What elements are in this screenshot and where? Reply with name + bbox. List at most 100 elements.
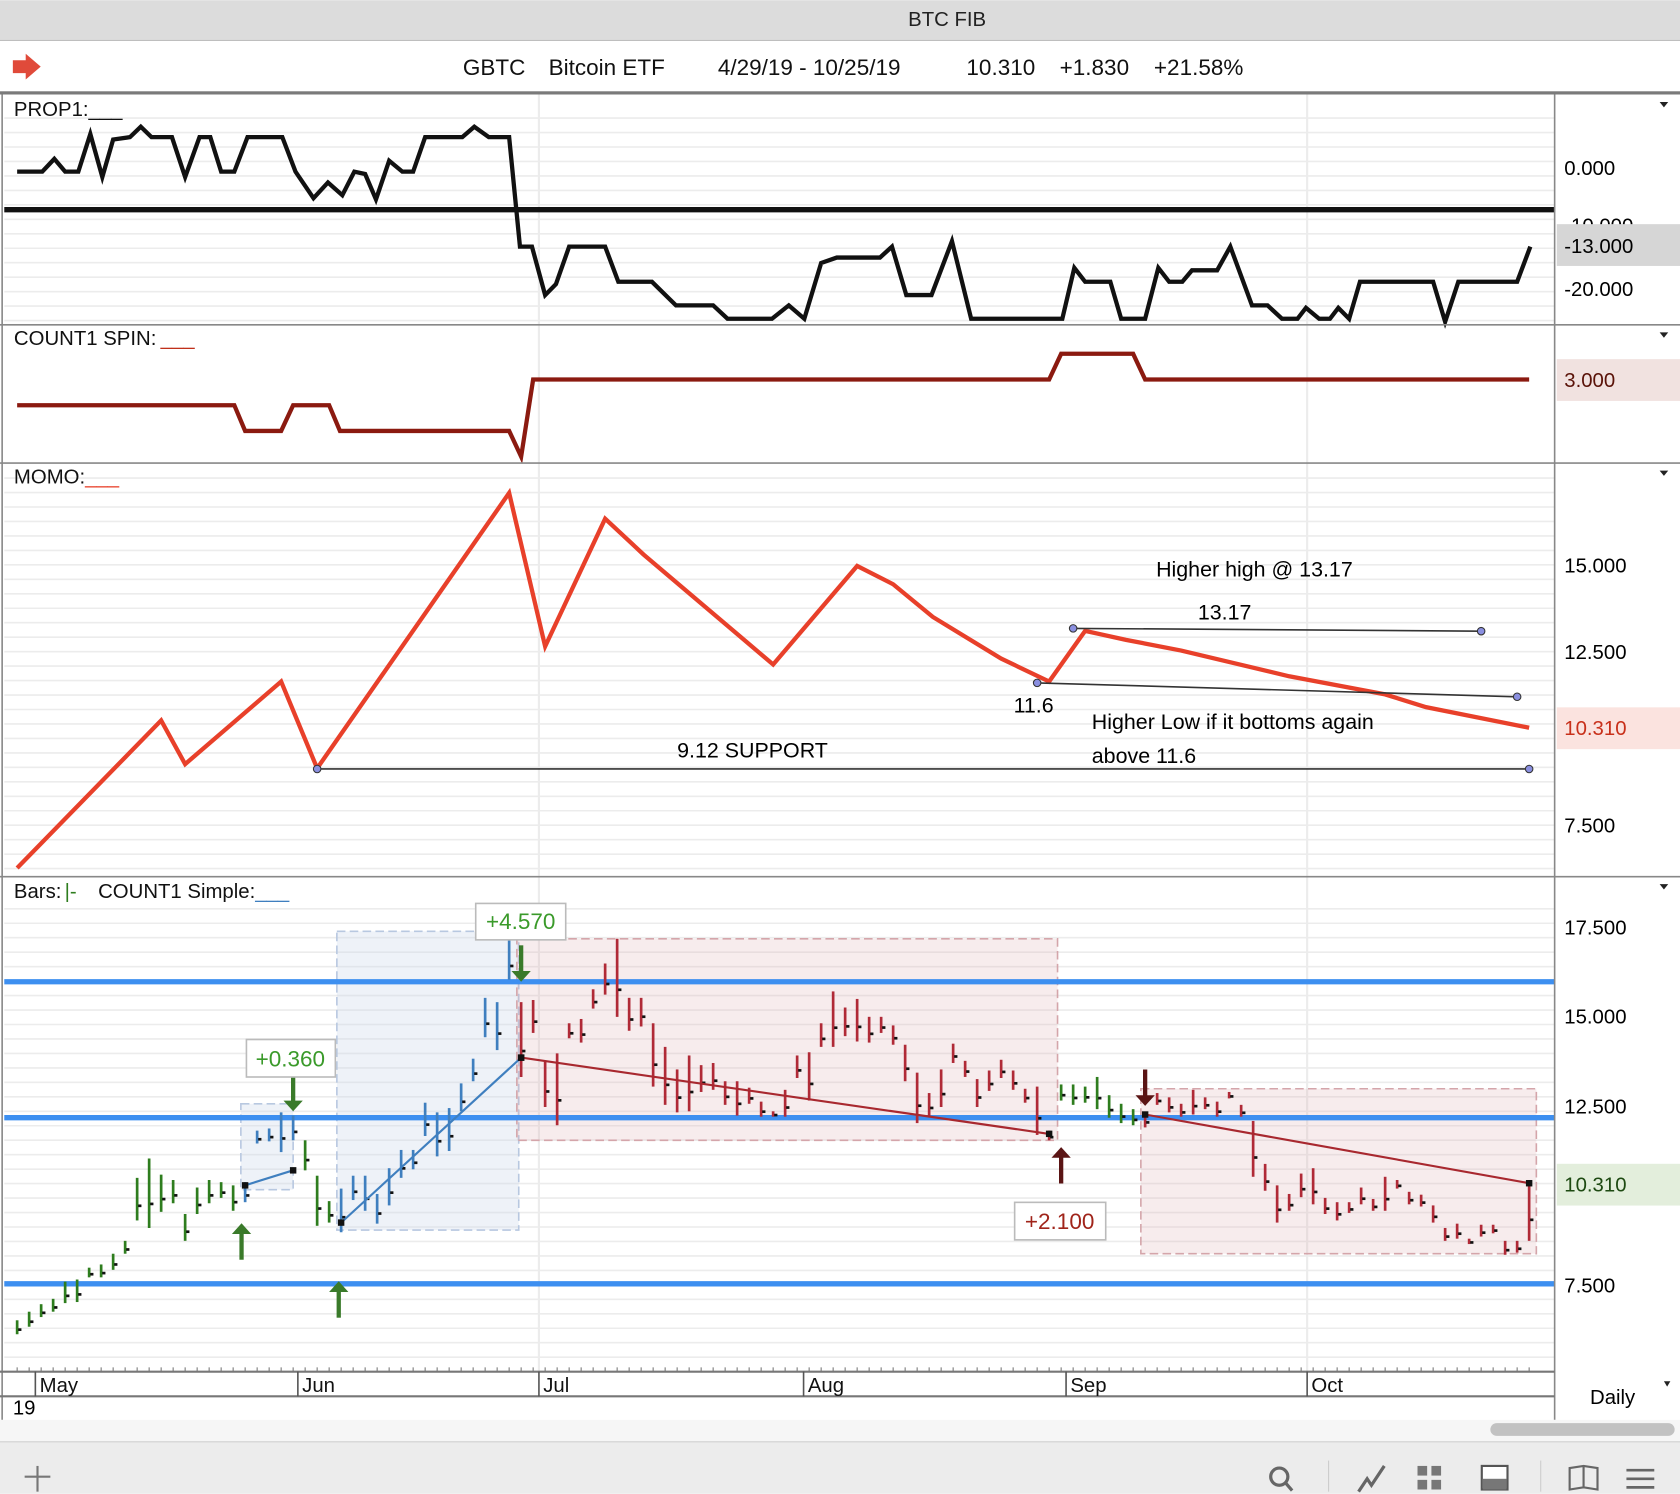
close-tick — [762, 1110, 766, 1114]
annotation-support: 9.12 SUPPORT — [677, 739, 828, 763]
close-tick — [858, 1025, 862, 1029]
close-tick — [450, 1134, 454, 1138]
arrow-head — [1051, 1147, 1071, 1158]
close-tick — [1074, 1096, 1078, 1100]
close-tick — [1242, 1111, 1246, 1115]
close-tick — [234, 1200, 238, 1204]
close-tick — [954, 1055, 958, 1058]
close-tick — [1362, 1197, 1366, 1201]
close-tick — [630, 1018, 634, 1021]
panel-menu-icon[interactable] — [1659, 102, 1669, 108]
close-tick — [486, 1022, 490, 1026]
annotation-higher-low-2: above 11.6 — [1092, 744, 1196, 768]
annotation-low-value: 11.6 — [1014, 694, 1054, 718]
close-tick — [210, 1194, 214, 1197]
prop1-label: PROP1:___ — [14, 99, 123, 121]
panel-icon[interactable] — [1480, 1464, 1509, 1491]
close-tick — [510, 964, 514, 968]
price-panel-label: Bars: |- COUNT1 Simple:___ — [14, 881, 290, 903]
close-tick — [942, 1092, 946, 1096]
spin-series-line — [17, 351, 1530, 464]
close-tick — [462, 1100, 466, 1104]
close-tick — [1038, 1116, 1042, 1120]
period-dropdown-icon[interactable] — [1663, 1381, 1671, 1387]
axis-label: 12.500 — [1564, 1096, 1626, 1118]
close-tick — [114, 1263, 118, 1266]
close-tick — [642, 1015, 646, 1019]
close-tick — [570, 1031, 574, 1035]
close-tick — [186, 1230, 190, 1234]
close-tick — [546, 1090, 550, 1093]
panel-menu-icon[interactable] — [1659, 884, 1669, 890]
close-tick — [138, 1204, 142, 1208]
close-tick — [666, 1083, 670, 1087]
scrollbar-track[interactable] — [0, 1419, 1680, 1442]
close-tick — [1062, 1093, 1066, 1097]
close-tick — [42, 1311, 46, 1315]
close-tick — [1494, 1229, 1498, 1232]
close-tick — [1470, 1241, 1474, 1244]
axis-current-value: -13.000 — [1564, 236, 1633, 258]
month-label-sep: Sep — [1070, 1375, 1106, 1397]
close-tick — [750, 1097, 754, 1100]
arrow-head — [231, 1223, 252, 1235]
last-price: 10.310 — [966, 55, 1035, 80]
close-tick — [810, 1082, 814, 1086]
month-labels: May Jun Jul Aug Sep Oct — [34, 1371, 1343, 1397]
count-box — [516, 938, 1059, 1142]
close-tick — [714, 1079, 718, 1083]
trendline-handle — [1512, 692, 1522, 702]
close-tick — [102, 1271, 106, 1275]
gain-label: +2.100 — [1025, 1209, 1094, 1234]
close-tick — [390, 1191, 394, 1194]
date-range: 4/29/19 - 10/25/19 — [718, 55, 901, 80]
axis-label: 12.500 — [1564, 642, 1626, 664]
window-title: BTC FIB — [908, 9, 986, 31]
close-tick — [1134, 1118, 1138, 1122]
close-tick — [258, 1137, 262, 1141]
close-tick — [1482, 1231, 1486, 1235]
close-tick — [174, 1194, 178, 1197]
price-change-pct: +21.58% — [1154, 55, 1243, 80]
close-tick — [1086, 1096, 1090, 1099]
close-tick — [738, 1102, 742, 1106]
close-tick — [54, 1306, 58, 1309]
close-tick — [1506, 1248, 1510, 1252]
close-tick — [1182, 1111, 1186, 1114]
month-label-jul: Jul — [543, 1375, 569, 1397]
period-selector[interactable]: Daily — [1590, 1387, 1636, 1409]
close-tick — [1146, 1121, 1150, 1124]
close-tick — [1206, 1103, 1210, 1107]
regression-endpoint — [1525, 1180, 1533, 1187]
close-tick — [798, 1069, 802, 1072]
close-tick — [1386, 1197, 1390, 1201]
close-tick — [150, 1202, 154, 1206]
close-tick — [426, 1123, 430, 1126]
close-tick — [654, 1063, 658, 1067]
scrollbar-thumb[interactable] — [1490, 1423, 1675, 1436]
annotation-hh-value: 13.17 — [1198, 601, 1252, 625]
annotation-higher-high: Higher high @ 13.17 — [1156, 558, 1353, 582]
red-right-arrow-icon[interactable] — [12, 53, 41, 80]
chart-window: BTC FIB GBTC Bitcoin ETF 4/29/19 - 10/25… — [0, 0, 1680, 1494]
axis-label: 7.500 — [1564, 816, 1615, 838]
axis-current-value: 10.310 — [1564, 718, 1626, 740]
close-tick — [1338, 1212, 1342, 1216]
close-tick — [498, 1032, 502, 1035]
close-tick — [354, 1190, 358, 1194]
bottom-toolbar — [0, 1441, 1680, 1494]
trendline-higher-high — [1073, 627, 1482, 632]
divider — [0, 91, 1680, 95]
close-tick — [1398, 1184, 1402, 1188]
panel-menu-icon[interactable] — [1659, 470, 1669, 476]
gain-label: +4.570 — [486, 909, 555, 934]
axis-current-value: 10.310 — [1564, 1175, 1626, 1197]
panel-menu-icon[interactable] — [1659, 332, 1669, 338]
month-label-aug: Aug — [808, 1375, 844, 1397]
month-label-jun: Jun — [302, 1375, 335, 1397]
close-tick — [378, 1212, 382, 1215]
close-tick — [414, 1161, 418, 1165]
close-tick — [318, 1207, 322, 1210]
axis-label: 7.500 — [1564, 1275, 1615, 1297]
regression-endpoint — [337, 1219, 345, 1226]
